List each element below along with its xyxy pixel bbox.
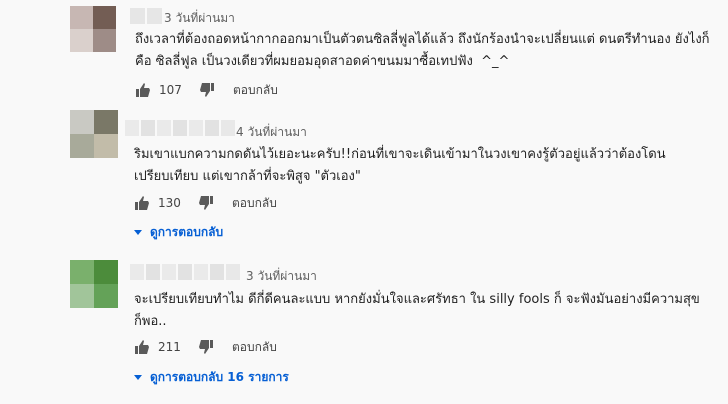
thumbs-down-icon[interactable] [198, 339, 214, 355]
author-name-blurred[interactable] [130, 264, 240, 280]
view-replies-label: ดูการตอบกลับ [150, 225, 224, 239]
avatar[interactable] [70, 260, 118, 308]
comment-timestamp[interactable]: 4 วันที่ผ่านมา [236, 123, 307, 142]
view-replies-label: ดูการตอบกลับ 16 รายการ [150, 370, 289, 384]
reply-button[interactable]: ตอบกลับ [232, 194, 277, 213]
thumbs-up-icon[interactable] [135, 82, 151, 98]
view-replies-button[interactable]: ดูการตอบกลับ [134, 223, 223, 242]
comment-item: 4 วันที่ผ่านมา ริมเขาแบกความกดดันไว้เยอะ… [0, 104, 728, 250]
author-name-blurred[interactable] [125, 120, 235, 136]
view-replies-button[interactable]: ดูการตอบกลับ 16 รายการ [134, 368, 289, 387]
caret-down-icon [134, 230, 142, 235]
caret-down-icon [134, 375, 142, 380]
comment-item: 3 วันที่ผ่านมา จะเปรียบเทียบทำไม ดีกี่ดี… [0, 250, 728, 404]
like-count: 107 [159, 83, 182, 97]
thumbs-up-icon[interactable] [134, 195, 150, 211]
avatar[interactable] [70, 6, 116, 52]
thumbs-down-icon[interactable] [199, 82, 215, 98]
reply-button[interactable]: ตอบกลับ [233, 81, 278, 100]
comment-text: ริมเขาแบกความกดดันไว้เยอะนะครับ!!ก่อนที่… [134, 147, 666, 184]
comment-actions: 211 ตอบกลับ [134, 337, 277, 357]
comment-timestamp[interactable]: 3 วันที่ผ่านมา [246, 267, 317, 286]
comment-text: ถึงเวลาที่ต้องถอดหน้ากากออกมาเป็นตัวตนซิ… [135, 32, 710, 69]
like-count: 211 [158, 340, 181, 354]
comment-timestamp[interactable]: 3 วันที่ผ่านมา [164, 9, 235, 28]
reply-button[interactable]: ตอบกลับ [232, 338, 277, 357]
avatar[interactable] [70, 110, 118, 158]
comment-item: 3 วันที่ผ่านมา ถึงเวลาที่ต้องถอดหน้ากากอ… [0, 0, 728, 104]
comment-actions: 130 ตอบกลับ [134, 193, 277, 213]
comment-text: จะเปรียบเทียบทำไม ดีกี่ดีคนละแบบ หากยังม… [134, 292, 700, 329]
comment-actions: 107 ตอบกลับ [135, 80, 278, 100]
thumbs-down-icon[interactable] [198, 195, 214, 211]
like-count: 130 [158, 196, 181, 210]
author-name-blurred[interactable] [130, 8, 162, 24]
thumbs-up-icon[interactable] [134, 339, 150, 355]
